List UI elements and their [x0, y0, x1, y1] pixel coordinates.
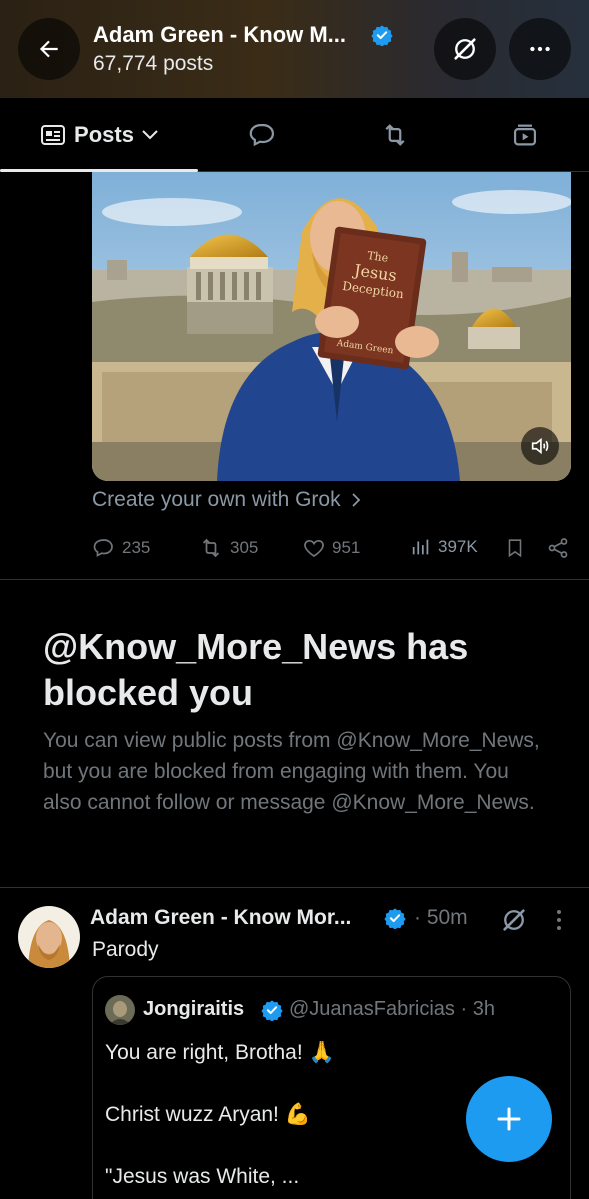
- views-button[interactable]: 397K: [410, 536, 478, 558]
- profile-tab-bar: Posts: [0, 98, 589, 172]
- repost-icon: [385, 124, 405, 146]
- arrow-left-icon: [39, 40, 58, 58]
- view-count: 397K: [438, 537, 478, 556]
- share-icon: [548, 538, 568, 558]
- mute-toggle-button[interactable]: [521, 427, 559, 465]
- video-library-icon: [513, 124, 537, 146]
- chevron-down-icon: [142, 130, 158, 140]
- back-button[interactable]: [18, 18, 80, 80]
- blocked-title: @Know_More_News has blocked you: [43, 626, 469, 713]
- grok-button[interactable]: [434, 18, 496, 80]
- more-vertical-icon: [557, 910, 561, 930]
- divider: [0, 887, 589, 888]
- grok-icon: [454, 38, 476, 60]
- bookmark-button[interactable]: [504, 536, 526, 560]
- avatar: [105, 995, 135, 1025]
- bar-chart-icon: [412, 539, 429, 555]
- post-media-video[interactable]: The Jesus Deception Adam Green: [92, 172, 571, 481]
- tab-reposts[interactable]: [360, 98, 430, 172]
- post-timestamp[interactable]: · 50m: [414, 906, 468, 930]
- reply-icon: [93, 539, 113, 557]
- quoted-text-line: Christ wuzz Aryan! 💪: [105, 1103, 311, 1126]
- share-button[interactable]: [546, 536, 570, 560]
- quoted-author-name: Jongiraitis: [143, 998, 245, 1020]
- blocked-description: You can view public posts from @Know_Mor…: [43, 729, 540, 814]
- verified-badge-icon: [261, 1000, 283, 1021]
- bookmark-icon: [508, 539, 522, 558]
- quoted-text-line: "Jesus was White, ...: [105, 1165, 300, 1188]
- create-with-grok-link[interactable]: Create your own with Grok: [92, 488, 361, 512]
- post-author-name[interactable]: Adam Green - Know Mor...: [90, 906, 351, 930]
- reply-count: 235: [122, 538, 151, 557]
- tab-posts-label: Posts: [74, 122, 134, 147]
- like-count: 951: [332, 538, 361, 557]
- profile-name: Adam Green - Know M...: [93, 22, 347, 47]
- repost-count: 305: [230, 538, 259, 557]
- post-more-button[interactable]: [549, 906, 569, 934]
- tab-posts[interactable]: Posts: [0, 98, 198, 172]
- post-actions: 235 305 951 397K: [92, 536, 572, 564]
- tab-replies[interactable]: [228, 98, 298, 172]
- reply-button[interactable]: 235: [92, 536, 150, 560]
- article-icon: [41, 125, 66, 145]
- plus-icon: [497, 1107, 521, 1131]
- verified-badge-icon: [371, 25, 393, 46]
- create-with-grok-label: Create your own with Grok: [92, 488, 341, 511]
- like-button[interactable]: 951: [302, 536, 360, 560]
- quoted-text-line: You are right, Brotha! 🙏: [105, 1041, 335, 1064]
- speaker-muted-icon: [531, 437, 549, 455]
- verified-badge-icon: [384, 908, 406, 929]
- parody-label: Parody: [92, 938, 159, 961]
- chevron-right-icon: [351, 493, 360, 507]
- avatar-image: [105, 995, 135, 1025]
- reply-bubble-icon: [249, 123, 275, 147]
- divider: [0, 579, 589, 580]
- tab-media[interactable]: [490, 98, 560, 172]
- repost-icon: [202, 538, 220, 558]
- profile-header: Adam Green - Know M... 67,774 posts: [0, 0, 589, 98]
- avatar[interactable]: [18, 906, 80, 968]
- more-horizontal-icon: [530, 46, 550, 52]
- jerusalem-illustration: The Jesus Deception Adam Green: [92, 172, 571, 481]
- grok-icon[interactable]: [500, 906, 528, 934]
- avatar-image: [18, 906, 80, 968]
- more-options-button[interactable]: [509, 18, 571, 80]
- quoted-author-handle: @JuanasFabricias · 3h: [289, 998, 495, 1020]
- compose-post-button[interactable]: [466, 1076, 552, 1162]
- heart-icon: [304, 539, 324, 557]
- post-count: 67,774 posts: [93, 52, 214, 75]
- repost-button[interactable]: 305: [198, 536, 258, 560]
